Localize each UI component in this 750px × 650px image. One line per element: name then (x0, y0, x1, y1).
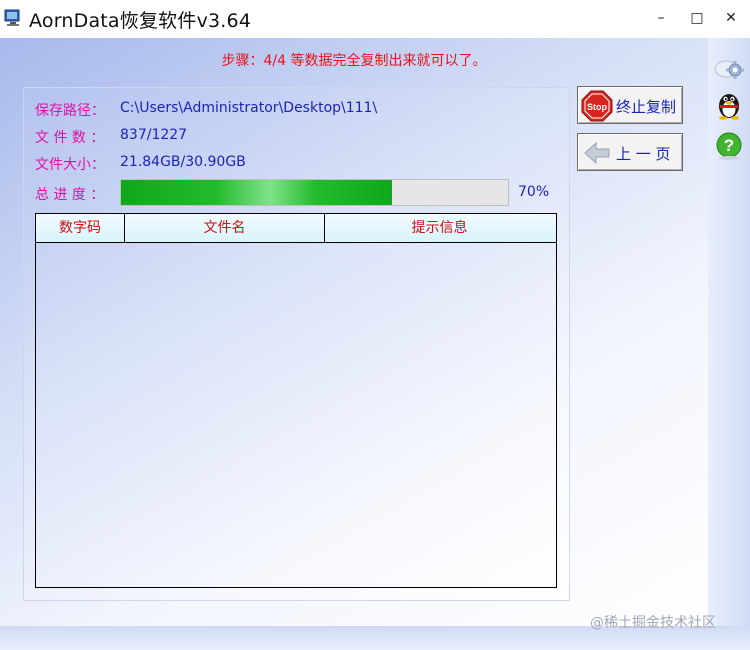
progress-percent-text: 70% (518, 184, 550, 200)
close-button[interactable]: ✕ (720, 7, 742, 29)
step-instruction: 步骤：4/4 等数据完全复制出来就可以了。 (221, 53, 487, 69)
file-size-label: 文件大小： (35, 157, 105, 173)
table-body[interactable] (36, 243, 556, 586)
right-toolbar: ? (708, 38, 750, 634)
back-arrow-icon (584, 141, 610, 165)
total-progress-label: 总 进 度 ： (35, 187, 105, 203)
maximize-button[interactable]: □ (686, 7, 708, 29)
column-header-filename[interactable]: 文件名 (125, 214, 325, 242)
copy-progress-panel: 保存路径： C:\Users\Administrator\Desktop\111… (23, 87, 570, 601)
save-path-value: C:\Users\Administrator\Desktop\111\ (120, 100, 378, 116)
progress-bar-fill (121, 180, 392, 205)
file-list-table[interactable]: 数字码 文件名 提示信息 (35, 213, 557, 588)
save-path-label: 保存路径： (35, 103, 105, 119)
stop-icon-text: Stop (587, 102, 607, 112)
stop-sign-icon: Stop (581, 90, 613, 122)
main-client-area: 步骤：4/4 等数据完全复制出来就可以了。 保存路径： C:\Users\Adm… (0, 38, 708, 634)
previous-page-button[interactable]: 上 一 页 (577, 133, 683, 171)
file-size-value: 21.84GB/30.90GB (120, 154, 246, 170)
file-count-label: 文 件 数 ： (35, 130, 105, 146)
total-progress-bar (120, 179, 509, 206)
stop-copy-label: 终止复制 (616, 98, 677, 116)
column-header-code[interactable]: 数字码 (36, 214, 125, 242)
window-title: AornData恢复软件v3.64 (29, 10, 252, 32)
qq-penguin-icon[interactable] (713, 88, 745, 120)
app-monitor-icon (4, 9, 20, 26)
previous-page-label: 上 一 页 (616, 145, 671, 163)
svg-text:?: ? (724, 136, 734, 155)
watermark-text: @稀土掘金技术社区 (590, 615, 716, 631)
minimize-button[interactable]: – (650, 7, 672, 29)
help-question-icon[interactable]: ? (713, 130, 745, 162)
stop-copy-button[interactable]: Stop 终止复制 (577, 86, 683, 124)
column-header-message[interactable]: 提示信息 (325, 214, 554, 242)
file-count-value: 837/1227 (120, 127, 188, 143)
settings-gear-icon[interactable] (713, 50, 745, 82)
title-bar[interactable]: AornData恢复软件v3.64 – □ ✕ (0, 0, 750, 38)
table-header: 数字码 文件名 提示信息 (36, 214, 556, 243)
